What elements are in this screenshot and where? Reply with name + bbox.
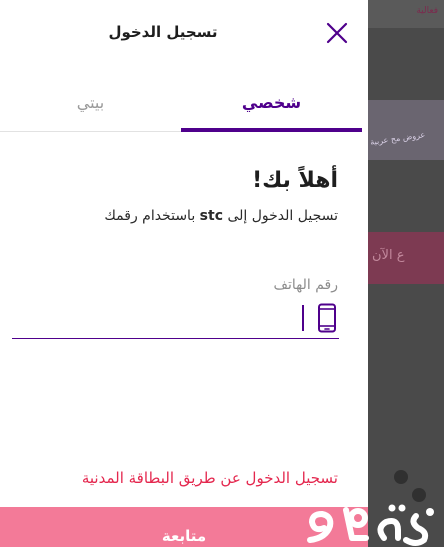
civil-id-login-link[interactable]: تسجيل الدخول عن طريق البطاقة المدنية xyxy=(82,469,338,487)
login-tabs: شخصي بيتي xyxy=(0,82,368,132)
close-x-icon xyxy=(326,22,348,44)
subtitle-suffix: باستخدام رقمك xyxy=(104,208,196,224)
background-banner-text: عروض مح عربية xyxy=(369,130,426,147)
drawer-title: تسجيل الدخول xyxy=(108,23,218,41)
tab-personal[interactable]: شخصي xyxy=(181,82,362,128)
close-button[interactable] xyxy=(322,18,352,48)
drawer-header: تسجيل الدخول xyxy=(0,0,368,66)
tab-home[interactable]: بيتي xyxy=(0,82,181,128)
active-tab-indicator xyxy=(181,128,362,132)
background-pink-button: ع الآن xyxy=(368,232,444,284)
text-cursor xyxy=(302,305,304,331)
subtitle-brand: stc xyxy=(199,208,223,224)
mobile-phone-icon xyxy=(318,303,336,333)
login-drawer: تسجيل الدخول شخصي بيتي أهلاً بك! تسجيل ا… xyxy=(0,0,368,547)
phone-input[interactable] xyxy=(12,300,296,338)
background-page-overlay: فعالية عروض مح عربية ع الآن xyxy=(368,0,444,547)
watermark-logo xyxy=(307,504,434,546)
background-promo-banner: عروض مح عربية xyxy=(368,100,444,160)
welcome-heading: أهلاً بك! xyxy=(252,168,338,193)
welcome-subtitle: تسجيل الدخول إلى stc باستخدام رقمك xyxy=(104,208,338,224)
background-pink-text: ع الآن xyxy=(372,248,405,263)
background-top-bar: فعالية xyxy=(368,0,444,28)
subtitle-prefix: تسجيل الدخول إلى xyxy=(227,208,338,224)
background-top-text: فعالية xyxy=(416,6,438,16)
phone-label: رقم الهاتف xyxy=(273,277,338,293)
phone-field xyxy=(12,300,339,339)
